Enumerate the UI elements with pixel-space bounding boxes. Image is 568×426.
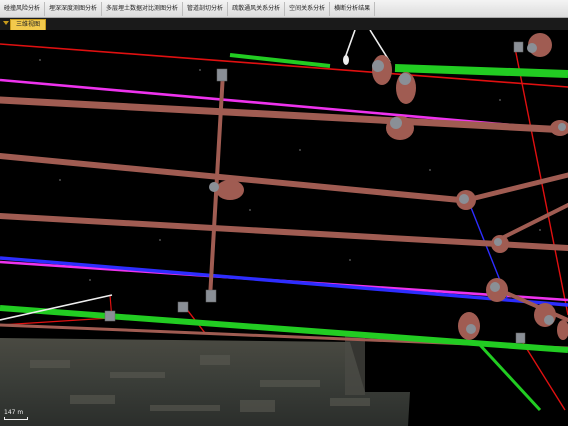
blue-pipes [0, 199, 568, 307]
toolbar-button-multilayer-compare[interactable]: 多层埋土数据对比测图分析 [102, 1, 184, 16]
scale-label: 147 m [4, 409, 24, 416]
analysis-toolbar: 碰撞风险分析 埋深深度测图分析 多层埋土数据对比测图分析 管道剖切分析 疏散通风… [0, 0, 568, 18]
tab-dropdown-icon[interactable] [3, 21, 9, 25]
view-tab-bar: 三维视图 [0, 18, 568, 30]
toolbar-button-collision[interactable]: 碰撞风险分析 [0, 1, 46, 16]
toolbar-button-pipe-section[interactable]: 管道剖切分析 [183, 1, 229, 16]
star-field [39, 59, 541, 281]
tab-3d-view[interactable]: 三维视图 [10, 19, 47, 30]
terrain-edge [345, 335, 365, 395]
white-marker [343, 55, 349, 65]
3d-viewport[interactable]: 147 m [0, 30, 568, 426]
pipe-network-scene [0, 30, 568, 426]
toolbar-button-spatial-relation[interactable]: 空间关系分析 [285, 1, 331, 16]
scale-bar [4, 417, 28, 420]
toolbar-button-evacuation[interactable]: 疏散通风关系分析 [228, 1, 286, 16]
toolbar-button-burial-depth[interactable]: 埋深深度测图分析 [45, 1, 103, 16]
brown-pipes [0, 71, 568, 350]
toolbar-button-cross-section[interactable]: 横断分析结果 [330, 1, 376, 16]
